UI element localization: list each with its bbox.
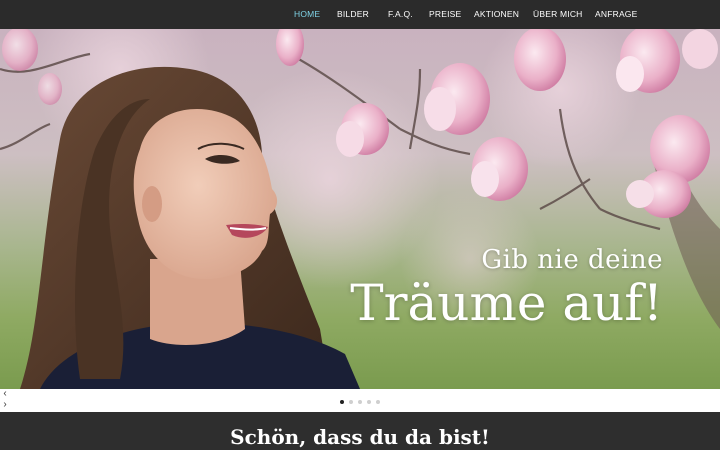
hero-image [0,29,720,389]
slider-dot-2[interactable] [349,400,353,404]
slider-controls: ‹ › [0,389,720,412]
slider-dot-3[interactable] [358,400,362,404]
chevron-right-icon[interactable]: › [0,400,10,410]
slider-dot-4[interactable] [367,400,371,404]
section-title: Schön, dass du da bist! [230,425,490,449]
nav-item-home[interactable]: HOME [294,0,320,29]
chevron-left-icon[interactable]: ‹ [0,389,10,399]
slider-dot-1[interactable] [340,400,344,404]
welcome-section: Schön, dass du da bist! [0,412,720,450]
top-navigation: HOME BILDER F.A.Q. PREISE AKTIONEN ÜBER … [0,0,720,29]
nav-item-bilder[interactable]: BILDER [337,0,369,29]
nav-item-preise[interactable]: PREISE [429,0,461,29]
hero-slide: Gib nie deine Träume auf! [0,29,720,389]
nav-item-faq[interactable]: F.A.Q. [388,0,413,29]
nav-item-ueber-mich[interactable]: ÜBER MICH [533,0,583,29]
nav-item-anfrage[interactable]: ANFRAGE [595,0,638,29]
slider-dot-5[interactable] [376,400,380,404]
hero-headline-line1: Gib nie deine [481,245,663,275]
hero-headline-line2: Träume auf! [350,274,663,332]
nav-item-aktionen[interactable]: AKTIONEN [474,0,519,29]
